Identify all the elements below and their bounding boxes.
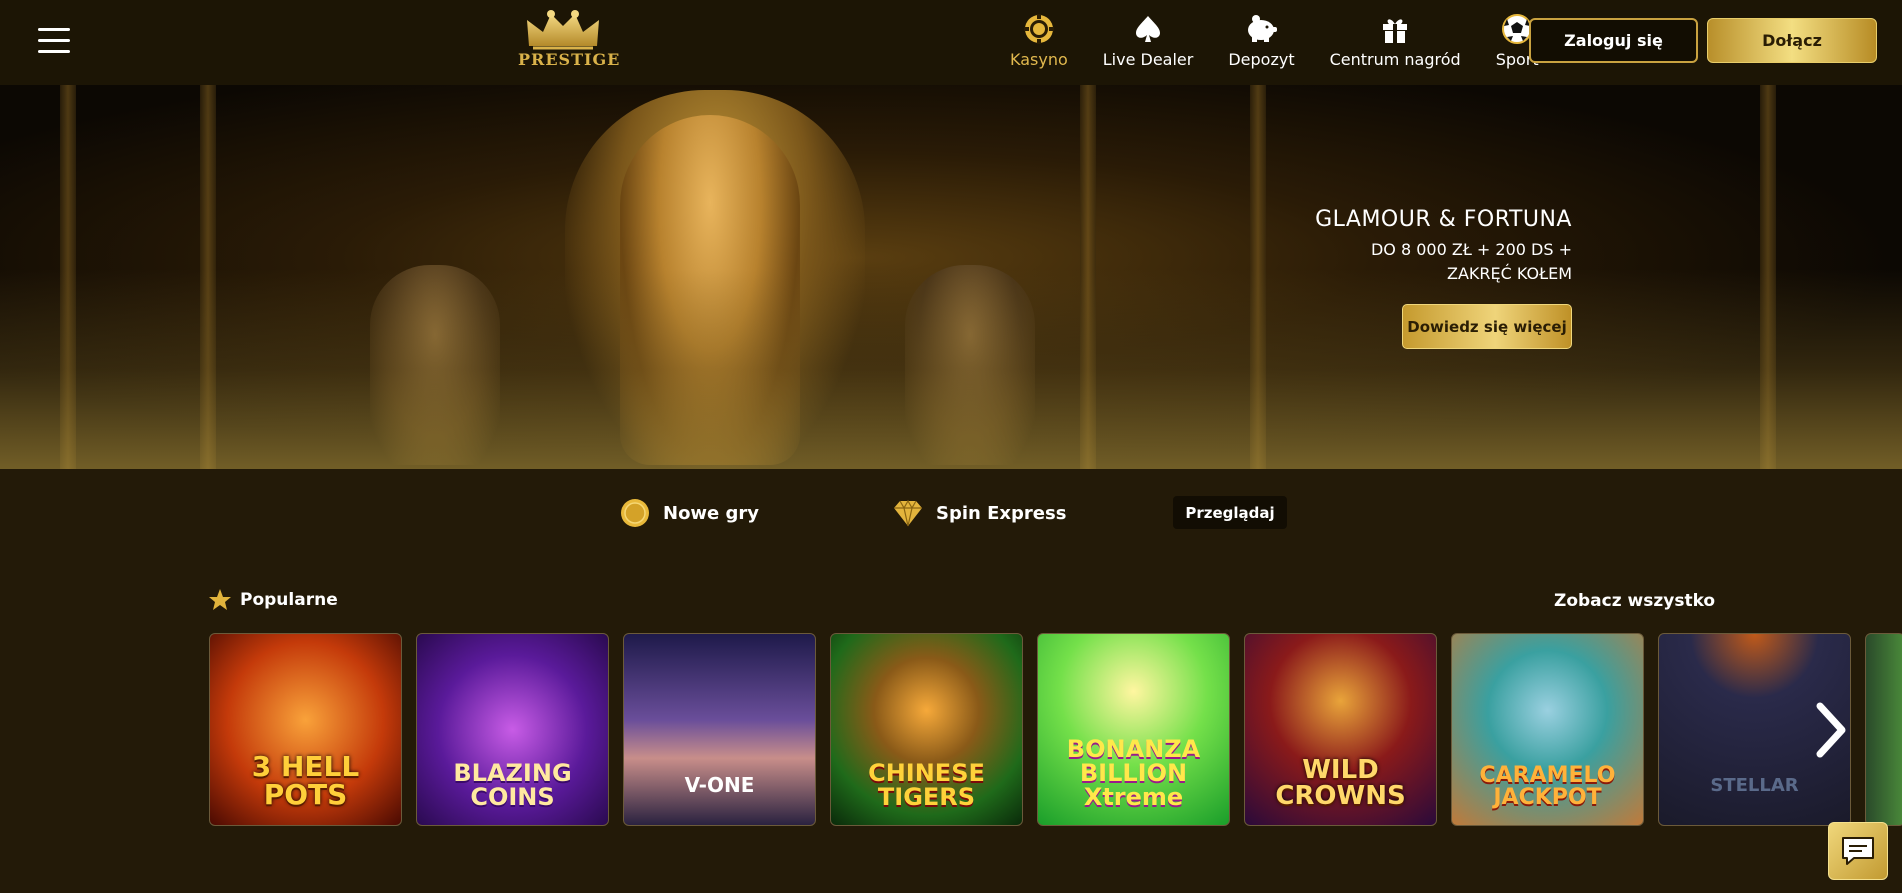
nav-label: Centrum nagród	[1329, 50, 1461, 69]
chat-bubble-icon	[1842, 837, 1874, 865]
hero-title: GLAMOUR & FORTUNA	[1315, 207, 1572, 232]
category-spin-express[interactable]: Spin Express	[892, 493, 1066, 533]
game-title: STELLAR	[1710, 775, 1799, 796]
header: PRESTIGE Kasyno Live Dealer Depozyt Cent…	[0, 0, 1902, 85]
login-button[interactable]: Zaloguj się	[1529, 18, 1698, 63]
gift-icon	[1378, 12, 1412, 46]
fog-overlay	[0, 269, 1902, 469]
game-tile-blazing-coins[interactable]: BLAZING COINS	[416, 633, 609, 826]
category-nowe-gry[interactable]: Nowe gry	[619, 493, 759, 533]
star-icon	[209, 589, 231, 610]
nav-label: Live Dealer	[1102, 50, 1194, 69]
diamond-icon	[892, 497, 924, 529]
piggy-bank-icon	[1244, 12, 1278, 46]
logo[interactable]: PRESTIGE	[518, 8, 621, 76]
chat-button[interactable]	[1828, 822, 1888, 880]
game-tile-bonanza-billion[interactable]: BONANZA BILLION Xtreme	[1037, 633, 1230, 826]
category-label: Spin Express	[936, 502, 1067, 524]
category-label: Nowe gry	[663, 502, 760, 524]
game-title: WILD CROWNS	[1275, 755, 1406, 811]
menu-icon[interactable]	[38, 28, 70, 54]
hero-subtitle-line: ZAKRĘĆ KOŁEM	[1447, 264, 1572, 283]
game-title: CHINESE TIGERS	[868, 759, 985, 811]
game-title: BLAZING COINS	[453, 759, 572, 811]
hero-subtitle-line: DO 8 000 ZŁ + 200 DS +	[1370, 240, 1572, 259]
game-title: BONANZA BILLION Xtreme	[1066, 735, 1201, 811]
main-nav: Kasyno Live Dealer Depozyt Centrum nagró…	[1010, 12, 1574, 74]
game-tile-v-one[interactable]: V-ONE	[623, 633, 816, 826]
game-tile-3-hell-pots[interactable]: 3 HELL POTS	[209, 633, 402, 826]
browse-button[interactable]: Przeglądaj	[1173, 496, 1287, 529]
nav-centrum-nagrod[interactable]: Centrum nagród	[1330, 12, 1461, 74]
game-tile-wild-crowns[interactable]: WILD CROWNS	[1244, 633, 1437, 826]
popular-header: Popularne	[208, 588, 338, 612]
learn-more-button[interactable]: Dowiedz się więcej	[1402, 304, 1572, 349]
game-carousel: 3 HELL POTS BLAZING COINS V-ONE CHINESE …	[209, 633, 1902, 826]
nav-live-dealer[interactable]: Live Dealer	[1102, 12, 1194, 74]
spade-icon	[1131, 12, 1165, 46]
game-title: CARAMELO JACKPOT	[1479, 763, 1616, 810]
see-all-link[interactable]: Zobacz wszystko	[1554, 591, 1715, 611]
nav-depozyt[interactable]: Depozyt	[1228, 12, 1295, 74]
nav-label: Kasyno	[1010, 50, 1068, 69]
chevron-right-icon[interactable]	[1814, 700, 1848, 760]
crown-icon	[527, 10, 599, 50]
hero-text: GLAMOUR & FORTUNA DO 8 000 ZŁ + 200 DS +…	[1315, 207, 1572, 286]
category-bar: Nowe gry Spin Express	[0, 493, 1902, 533]
game-tile-partial[interactable]	[1865, 633, 1902, 826]
nav-label: Depozyt	[1228, 50, 1295, 69]
game-title: V-ONE	[684, 773, 755, 797]
join-button[interactable]: Dołącz	[1707, 18, 1877, 63]
hero-subtitle: DO 8 000 ZŁ + 200 DS + ZAKRĘĆ KOŁEM	[1315, 238, 1572, 286]
logo-text: PRESTIGE	[518, 50, 621, 69]
hero-banner[interactable]: GLAMOUR & FORTUNA DO 8 000 ZŁ + 200 DS +…	[0, 85, 1902, 469]
game-title: 3 HELL POTS	[251, 750, 360, 811]
popular-title: Popularne	[240, 590, 338, 610]
casino-chip-icon	[1022, 12, 1056, 46]
game-tile-chinese-tigers[interactable]: CHINESE TIGERS	[830, 633, 1023, 826]
gold-coin-icon	[619, 497, 651, 529]
game-tile-caramelo-jackpot[interactable]: CARAMELO JACKPOT	[1451, 633, 1644, 826]
nav-kasyno[interactable]: Kasyno	[1010, 12, 1068, 74]
